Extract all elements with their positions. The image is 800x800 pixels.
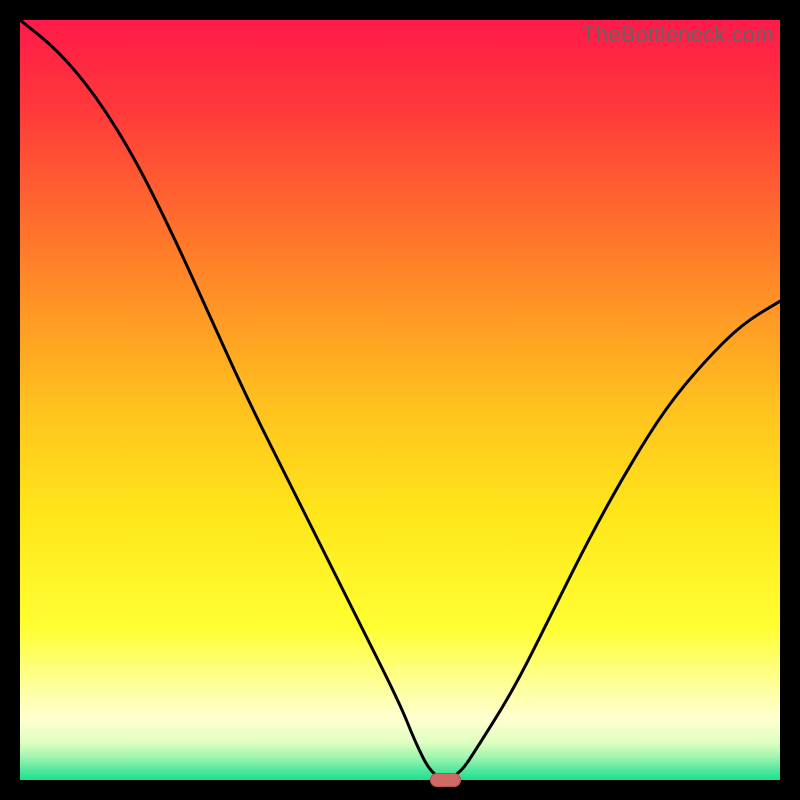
watermark-text: TheBottleneck.com xyxy=(582,22,774,48)
plot-area: TheBottleneck.com xyxy=(20,20,780,780)
bottleneck-curve xyxy=(20,20,780,780)
chart-frame: TheBottleneck.com xyxy=(0,0,800,800)
valley-marker xyxy=(430,773,460,787)
